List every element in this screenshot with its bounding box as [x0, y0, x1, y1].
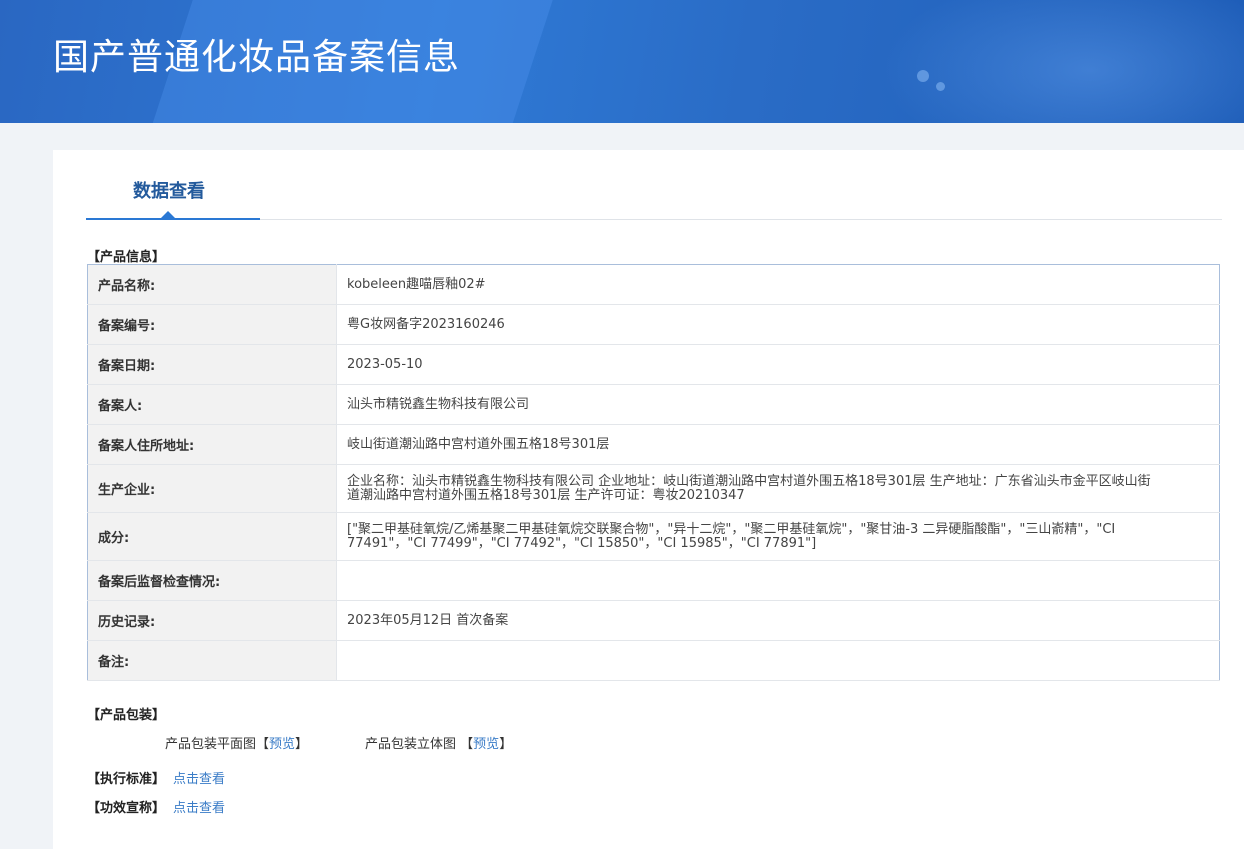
bracket: 】: [295, 737, 309, 752]
content-card: 数据查看 【产品信息】 产品名称: kobeleen趣喵唇釉02# 备案编号: …: [53, 150, 1244, 849]
table-row: 生产企业: 企业名称：汕头市精锐鑫生物科技有限公司 企业地址：岐山街道潮汕路中宫…: [87, 464, 1220, 513]
table-row: 成分: ["聚二甲基硅氧烷/乙烯基聚二甲基硅氧烷交联聚合物"，"异十二烷"，"聚…: [87, 512, 1220, 561]
row-label: 备案编号:: [87, 304, 337, 345]
row-value: ["聚二甲基硅氧烷/乙烯基聚二甲基硅氧烷交联聚合物"，"异十二烷"，"聚二甲基硅…: [336, 512, 1220, 561]
table-row: 产品名称: kobeleen趣喵唇釉02#: [87, 264, 1220, 305]
banner-decoration: [936, 82, 945, 91]
row-label: 历史记录:: [87, 600, 337, 641]
table-row: 备案日期: 2023-05-10: [87, 344, 1220, 385]
efficacy-label: 【功效宣称】: [87, 801, 166, 816]
packaging-title: 【产品包装】: [87, 708, 166, 723]
packaging-solid-item: 产品包装立体图 【预览】: [365, 733, 512, 752]
tab-label: 数据查看: [133, 181, 205, 202]
standard-view-link[interactable]: 点击查看: [173, 772, 225, 787]
standard-label: 【执行标准】: [87, 772, 166, 787]
table-row: 备案后监督检查情况:: [87, 560, 1220, 601]
efficacy-row: 【功效宣称】 点击查看: [87, 797, 225, 816]
row-value: 2023年05月12日 首次备案: [336, 600, 1220, 641]
tab-data-view[interactable]: 数据查看: [86, 150, 260, 220]
row-label: 备案人:: [87, 384, 337, 425]
bracket: 【: [460, 737, 474, 752]
tab-bar: 数据查看: [86, 150, 1222, 220]
banner-decoration: [880, 0, 1244, 123]
table-row: 备案人: 汕头市精锐鑫生物科技有限公司: [87, 384, 1220, 425]
row-value: 汕头市精锐鑫生物科技有限公司: [336, 384, 1220, 425]
product-info-table: 产品名称: kobeleen趣喵唇釉02# 备案编号: 粤G妆网备字202316…: [87, 264, 1220, 681]
standard-row: 【执行标准】 点击查看: [87, 768, 225, 787]
row-value: 岐山街道潮汕路中宫村道外围五格18号301层: [336, 424, 1220, 465]
row-value: [336, 560, 1220, 601]
product-info-title: 【产品信息】: [87, 250, 166, 265]
table-row: 备案编号: 粤G妆网备字2023160246: [87, 304, 1220, 345]
row-label: 备案后监督检查情况:: [87, 560, 337, 601]
efficacy-view-link[interactable]: 点击查看: [173, 801, 225, 816]
row-value: 粤G妆网备字2023160246: [336, 304, 1220, 345]
flat-preview-link[interactable]: 预览: [269, 737, 295, 752]
row-label: 产品名称:: [87, 264, 337, 305]
row-value: 2023-05-10: [336, 344, 1220, 385]
table-row: 备注:: [87, 640, 1220, 681]
row-value: 企业名称：汕头市精锐鑫生物科技有限公司 企业地址：岐山街道潮汕路中宫村道外围五格…: [336, 464, 1220, 513]
banner-decoration: [917, 70, 929, 82]
page-title: 国产普通化妆品备案信息: [53, 37, 461, 78]
bracket: 【: [256, 737, 270, 752]
table-row: 备案人住所地址: 岐山街道潮汕路中宫村道外围五格18号301层: [87, 424, 1220, 465]
bracket: 】: [499, 737, 513, 752]
packaging-solid-label: 产品包装立体图: [365, 737, 457, 752]
row-label: 备案人住所地址:: [87, 424, 337, 465]
table-row: 历史记录: 2023年05月12日 首次备案: [87, 600, 1220, 641]
row-value: kobeleen趣喵唇釉02#: [336, 264, 1220, 305]
packaging-flat-label: 产品包装平面图: [165, 737, 257, 752]
row-label: 备案日期:: [87, 344, 337, 385]
header-banner: 国产普通化妆品备案信息: [0, 0, 1244, 123]
row-value: [336, 640, 1220, 681]
row-label: 备注:: [87, 640, 337, 681]
packaging-flat-item: 产品包装平面图【预览】: [165, 733, 308, 752]
row-label: 生产企业:: [87, 464, 337, 513]
active-tab-indicator: [161, 211, 175, 218]
row-label: 成分:: [87, 512, 337, 561]
solid-preview-link[interactable]: 预览: [473, 737, 499, 752]
